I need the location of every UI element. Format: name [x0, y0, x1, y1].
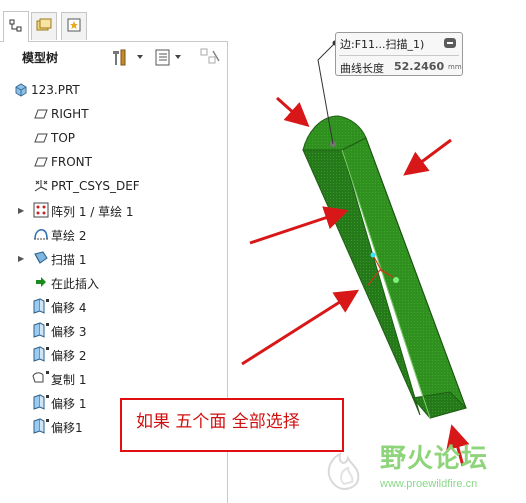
collapse-icon[interactable]: [444, 38, 456, 48]
tooltip-divider: [339, 55, 459, 56]
curve-length-unit: mm: [448, 63, 462, 71]
curve-length-label: 曲线长度: [340, 62, 384, 75]
watermark-title: 野火论坛: [380, 444, 489, 474]
edge-reference: 边:F11...扫描_1): [340, 38, 425, 51]
curve-length-value: 52.2460: [394, 60, 445, 73]
forum-watermark: 野火论坛 www.proewildfire.cn: [318, 436, 526, 500]
arrow-right-face: [403, 138, 452, 176]
annotation-callout: 如果 五个面 全部选择: [120, 398, 344, 452]
watermark-url: www.proewildfire.cn: [380, 478, 478, 490]
arrow-front-face: [249, 206, 349, 245]
arrow-left-face: [241, 289, 360, 366]
measure-tooltip: 边:F11...扫描_1) 曲线长度 52.2460 mm: [335, 32, 463, 76]
annotation-text: 如果 五个面 全部选择: [136, 412, 300, 432]
arrow-top-cap: [276, 96, 310, 127]
swept-solid[interactable]: [302, 115, 467, 419]
flame-logo-icon: [327, 452, 360, 490]
